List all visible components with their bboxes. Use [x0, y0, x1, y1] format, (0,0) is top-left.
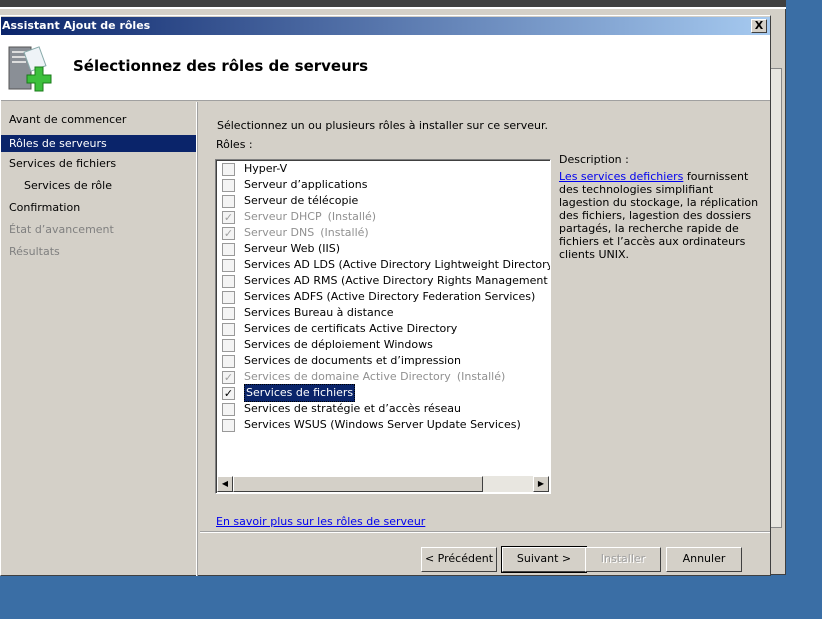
role-checkbox[interactable]: [222, 290, 235, 304]
role-checkbox[interactable]: [222, 306, 235, 320]
window-title: Assistant Ajout de rôles: [2, 19, 151, 32]
role-checkbox[interactable]: [222, 322, 235, 336]
server-add-icon: [8, 46, 52, 92]
sidebar-item[interactable]: Services de fichiers: [1, 153, 196, 175]
role-label: Services de fichiers: [244, 384, 356, 402]
previous-button[interactable]: < Précédent: [421, 547, 497, 572]
scroll-track[interactable]: [483, 476, 533, 492]
title-bar[interactable]: Assistant Ajout de rôles X: [1, 17, 770, 35]
roles-list[interactable]: Hyper-V Serveur d’applications Serveur de …: [215, 159, 551, 494]
role-checkbox[interactable]: [222, 402, 235, 416]
main-panel: Sélectionnez un ou plusieurs rôles à ins…: [200, 102, 770, 532]
role-label: Services Bureau à distance: [244, 306, 394, 319]
role-item[interactable]: ✓ Services de domaine Active Directory (In…: [216, 369, 550, 385]
role-item[interactable]: Hyper-V: [216, 161, 550, 177]
install-button[interactable]: Installer: [585, 547, 661, 572]
installed-tag: (Installé): [327, 210, 377, 223]
scroll-thumb[interactable]: [233, 476, 483, 492]
role-checkbox[interactable]: ✓: [222, 386, 235, 400]
instruction-text: Sélectionnez un ou plusieurs rôles à ins…: [217, 119, 548, 132]
role-label: Services de stratégie et d’accès réseau: [244, 402, 461, 415]
role-checkbox: ✓: [222, 210, 235, 224]
role-item[interactable]: Serveur de télécopie: [216, 193, 550, 209]
sidebar-item[interactable]: Services de rôle: [1, 175, 196, 197]
sidebar-item[interactable]: Rôles de serveurs: [1, 135, 196, 152]
role-label: Services de documents et d’impression: [244, 354, 461, 367]
role-item[interactable]: ✓ Services de fichiers: [216, 384, 550, 402]
next-button[interactable]: Suivant >: [501, 546, 587, 573]
role-item[interactable]: Services de déploiement Windows: [216, 337, 550, 353]
scroll-right-button[interactable]: ▶: [533, 476, 549, 492]
close-button[interactable]: X: [751, 19, 767, 33]
role-checkbox[interactable]: [222, 418, 235, 432]
role-label: Services de déploiement Windows: [244, 338, 433, 351]
installed-tag: (Installé): [320, 226, 369, 239]
button-separator: [200, 531, 770, 533]
role-checkbox[interactable]: [222, 258, 235, 272]
role-label: Serveur DHCP: [244, 210, 322, 223]
role-item[interactable]: Services de stratégie et d’accès réseau: [216, 401, 550, 417]
role-label: Serveur DNS: [244, 226, 315, 239]
role-checkbox[interactable]: [222, 274, 235, 288]
role-item[interactable]: ✓ Serveur DNS (Installé): [216, 225, 550, 241]
background-scrollbar[interactable]: [770, 68, 782, 528]
role-checkbox: ✓: [222, 370, 235, 384]
role-item[interactable]: Serveur d’applications: [216, 177, 550, 193]
learn-more-link[interactable]: En savoir plus sur les rôles de serveur: [216, 515, 425, 528]
wizard-header: Sélectionnez des rôles de serveurs: [1, 35, 770, 101]
sidebar-item[interactable]: Confirmation: [1, 197, 196, 219]
background-window-bar: [0, 0, 786, 9]
role-label: Hyper-V: [244, 162, 288, 175]
wizard-steps: Avant de commencer Rôles de serveurs Servi…: [1, 102, 197, 576]
horizontal-scrollbar[interactable]: ◀ ▶: [217, 476, 549, 492]
sidebar-item[interactable]: Avant de commencer: [1, 109, 196, 131]
role-item[interactable]: Services ADFS (Active Directory Federati…: [216, 289, 550, 305]
role-item[interactable]: ✓ Serveur DHCP (Installé): [216, 209, 550, 225]
role-checkbox[interactable]: [222, 242, 235, 256]
roles-label: Rôles :: [216, 138, 253, 151]
role-item[interactable]: Services de certificats Active Directory: [216, 321, 550, 337]
role-label: Services AD RMS (Active Directory Rights…: [244, 274, 550, 287]
sidebar-item: Résultats: [9, 245, 60, 258]
role-label: Services ADFS (Active Directory Federati…: [244, 290, 536, 303]
role-item[interactable]: Services de documents et d’impression: [216, 353, 550, 369]
role-label: Services AD LDS (Active Directory Lightw…: [244, 258, 551, 271]
role-checkbox[interactable]: [222, 194, 235, 208]
role-item[interactable]: Services WSUS (Windows Server Update Ser…: [216, 417, 550, 433]
file-services-link[interactable]: Les services defichiers: [559, 170, 683, 183]
role-label: Services de domaine Active Directory: [244, 370, 451, 383]
description-text: Les services defichiers fournissent des …: [559, 170, 759, 261]
add-roles-wizard-dialog: Assistant Ajout de rôles X Sélectionnez …: [0, 15, 771, 576]
role-label: Serveur Web (IIS): [244, 242, 341, 255]
role-label: Serveur d’applications: [244, 178, 368, 191]
sidebar-item: État d’avancement: [9, 223, 114, 236]
role-checkbox[interactable]: [222, 338, 235, 352]
role-item[interactable]: Services AD RMS (Active Directory Rights…: [216, 273, 550, 289]
description-label: Description :: [559, 153, 629, 166]
role-checkbox[interactable]: [222, 178, 235, 192]
role-checkbox[interactable]: [222, 354, 235, 368]
cancel-button[interactable]: Annuler: [666, 547, 742, 572]
role-label: Services WSUS (Windows Server Update Ser…: [244, 418, 521, 431]
role-label: Serveur de télécopie: [244, 194, 359, 207]
role-label: Services de certificats Active Directory: [244, 322, 458, 335]
scroll-left-button[interactable]: ◀: [217, 476, 233, 492]
role-checkbox: ✓: [222, 226, 235, 240]
page-title: Sélectionnez des rôles de serveurs: [73, 57, 369, 75]
role-checkbox[interactable]: [222, 162, 235, 176]
role-item[interactable]: Serveur Web (IIS): [216, 241, 550, 257]
installed-tag: (Installé): [456, 370, 506, 383]
role-item[interactable]: Services AD LDS (Active Directory Lightw…: [216, 257, 550, 273]
description-body: fournissent des technologies simplifiant…: [559, 170, 759, 261]
role-item[interactable]: Services Bureau à distance: [216, 305, 550, 321]
